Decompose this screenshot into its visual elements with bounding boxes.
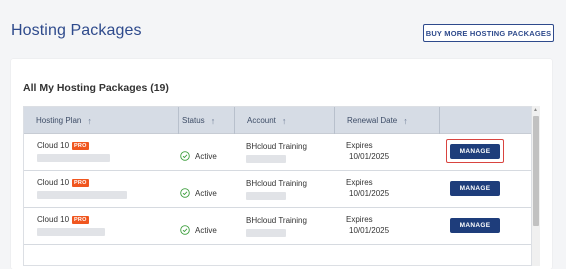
status-text: Active (195, 151, 217, 161)
pro-badge: PRO (72, 178, 89, 187)
renewal-label: Expires (346, 178, 373, 187)
renewal-date: 10/01/2025 (349, 226, 390, 235)
redacted-domain (37, 154, 110, 162)
column-header-renewal-date[interactable]: Renewal Date ↑ (334, 107, 439, 134)
scroll-thumb[interactable] (533, 116, 539, 226)
arrow-up-icon: ↑ (210, 115, 216, 126)
column-header-status[interactable]: Status ↑ (178, 107, 234, 134)
buy-more-hosting-button[interactable]: BUY MORE HOSTING PACKAGES (423, 24, 554, 42)
column-header-hosting-plan[interactable]: Hosting Plan ↑ (24, 107, 178, 134)
table-row: Cloud 10 PRO Active BHcloud Training Expi… (24, 171, 531, 208)
hosting-packages-card: All My Hosting Packages (19) Hosting Pla… (11, 59, 552, 269)
column-label: Status (182, 116, 205, 125)
check-circle-icon (180, 188, 190, 198)
arrow-up-icon: ↑ (87, 115, 92, 126)
scroll-up-icon[interactable]: ▲ (533, 107, 538, 113)
table-header: Hosting Plan ↑ Status ↑ Account ↑ Renewa… (24, 107, 531, 134)
plan-name: Cloud 10 PRO (37, 141, 89, 150)
renewal-label: Expires (346, 141, 373, 150)
redacted-account (246, 155, 286, 163)
pro-badge: PRO (72, 141, 89, 150)
renewal-date: 10/01/2025 (349, 189, 390, 198)
arrow-up-icon: ↑ (403, 115, 408, 126)
status-cell: Active (180, 188, 217, 198)
manage-button[interactable]: MANAGE (450, 218, 500, 233)
pro-badge: PRO (72, 215, 89, 224)
redacted-account (246, 229, 286, 237)
table-row: Cloud 10 PRO Active BHcloud Training Expi… (24, 208, 531, 245)
renewal-label: Expires (346, 215, 373, 224)
check-circle-icon (180, 151, 190, 161)
status-cell: Active (180, 225, 217, 235)
hosting-table: Hosting Plan ↑ Status ↑ Account ↑ Renewa… (23, 106, 532, 266)
page-title: Hosting Packages (11, 22, 142, 39)
redacted-domain (37, 228, 105, 236)
column-header-actions (439, 107, 531, 134)
account-name: BHcloud Training (246, 142, 307, 151)
redacted-account (246, 192, 286, 200)
plan-name: Cloud 10 PRO (37, 215, 89, 224)
check-circle-icon (180, 225, 190, 235)
table-scrollbar[interactable]: ▲ (532, 106, 540, 266)
column-label: Account (247, 116, 276, 125)
arrow-up-icon: ↑ (281, 115, 287, 126)
account-name: BHcloud Training (246, 216, 307, 225)
status-text: Active (195, 225, 217, 235)
table-row: Cloud 10 PRO Active BHcloud Training Expi… (24, 134, 531, 171)
column-label: Renewal Date (347, 116, 398, 125)
account-name: BHcloud Training (246, 179, 307, 188)
status-cell: Active (180, 151, 217, 161)
renewal-date: 10/01/2025 (349, 152, 390, 161)
manage-button[interactable]: MANAGE (450, 181, 500, 196)
redacted-domain (37, 191, 127, 199)
plan-name: Cloud 10 PRO (37, 178, 89, 187)
card-title: All My Hosting Packages (19) (23, 82, 169, 94)
column-label: Hosting Plan (36, 116, 82, 125)
column-header-account[interactable]: Account ↑ (234, 107, 334, 134)
manage-button[interactable]: MANAGE (450, 144, 500, 159)
status-text: Active (195, 188, 217, 198)
